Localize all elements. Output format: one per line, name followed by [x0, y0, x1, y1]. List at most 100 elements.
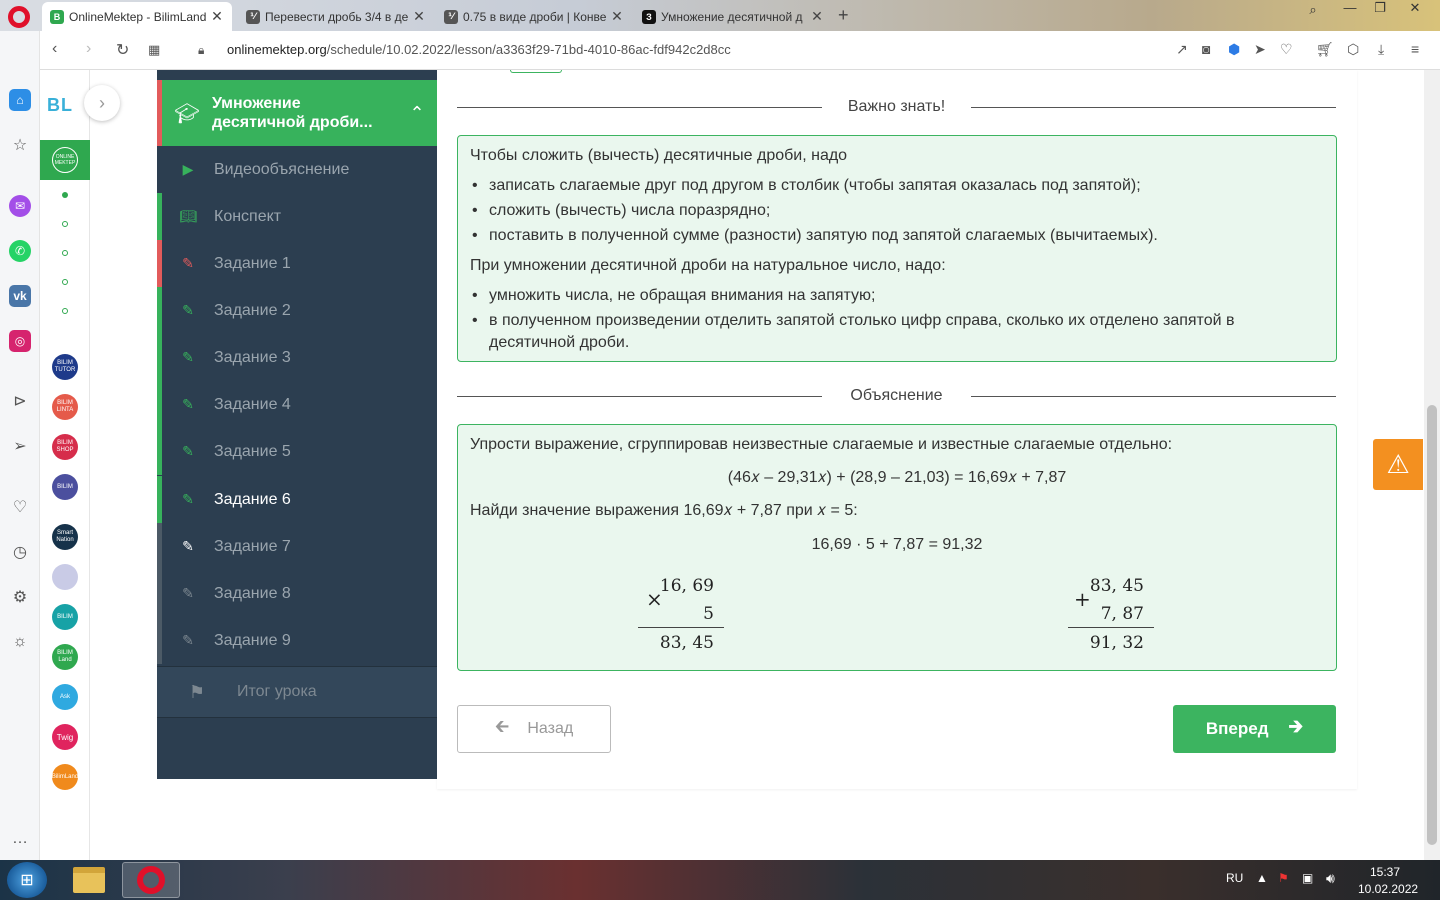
camera-icon[interactable]: ◙: [1202, 41, 1210, 57]
nav-dot[interactable]: [62, 221, 68, 227]
menu-item-label: Задание 8: [214, 584, 291, 602]
forward-arrow-icon[interactable]: ›: [86, 40, 91, 58]
lesson-header[interactable]: 🎓︎ Умножение десятичной дроби... ⌃: [157, 80, 437, 146]
menu-item-task-2[interactable]: ✎ Задание 2: [157, 287, 437, 334]
close-icon[interactable]: ✕: [610, 8, 624, 25]
cube-icon[interactable]: ⬡: [1347, 41, 1359, 58]
heart-icon[interactable]: ♡: [9, 496, 31, 518]
app-bilimland-orange[interactable]: BilimLand: [52, 764, 78, 790]
app-docs[interactable]: [52, 564, 78, 590]
heart-icon[interactable]: ♡: [1280, 41, 1293, 58]
new-tab-icon[interactable]: +: [838, 5, 849, 26]
menu-item-video[interactable]: ▶ Видеообъяснение: [157, 146, 437, 193]
calc-favicon-icon: ⅟: [444, 9, 458, 24]
menu-item-task-6[interactable]: ✎ Задание 6: [157, 476, 437, 523]
menu-item-label: Задание 2: [214, 301, 291, 319]
reload-icon[interactable]: ↻: [116, 40, 129, 60]
minimize-icon[interactable]: —: [1335, 0, 1365, 20]
expand-chevron-icon[interactable]: ›: [84, 85, 120, 121]
messenger-icon[interactable]: ✉: [9, 195, 31, 217]
addend-2: 7, 87: [1100, 604, 1144, 624]
url-field[interactable]: onlinemektep.org/schedule/10.02.2022/les…: [227, 42, 731, 57]
volume-icon[interactable]: 🔊︎: [1326, 870, 1335, 887]
close-icon[interactable]: ✕: [810, 8, 824, 25]
network-icon[interactable]: ▣: [1302, 871, 1313, 885]
menu-item-notes[interactable]: 📖︎ Конспект: [157, 193, 437, 240]
language-indicator[interactable]: RU: [1226, 871, 1243, 885]
tabs-grid-icon[interactable]: ▦: [148, 42, 160, 58]
tab-title: 0.75 в виде дроби | Конве: [463, 9, 607, 24]
cart-icon[interactable]: 🛒︎: [1316, 41, 1334, 58]
clock-date[interactable]: 10.02.2022: [1358, 882, 1418, 896]
menu-item-task-5[interactable]: ✎ Задание 5: [157, 428, 437, 475]
browser-tab-3[interactable]: ⅟ 0.75 в виде дроби | Конве ✕: [436, 2, 632, 31]
star-icon[interactable]: ☆: [9, 134, 31, 156]
vk-icon[interactable]: vk: [9, 285, 31, 307]
settings-gear-icon[interactable]: ⚙: [9, 586, 31, 608]
home-icon[interactable]: ⌂: [9, 89, 31, 111]
history-icon[interactable]: ◷: [9, 541, 31, 563]
browser-tab-4[interactable]: З Умножение десятичной д ✕: [634, 2, 832, 31]
bilimland-logo[interactable]: BL: [47, 95, 73, 116]
url-path: /schedule/10.02.2022/lesson/a3363f29-71b…: [326, 42, 731, 57]
back-button[interactable]: 🡰 Назад: [457, 705, 611, 753]
restore-icon[interactable]: ❐: [1365, 0, 1395, 20]
app-ask[interactable]: Ask: [52, 684, 78, 710]
windows-taskbar: ⊞ RU ▲ ⚑ ▣ 🔊︎ 15:37 10.02.2022: [0, 860, 1440, 900]
browser-tab-1[interactable]: B OnlineMektep - BilimLand ✕: [42, 2, 232, 31]
menu-item-task-3[interactable]: ✎ Задание 3: [157, 334, 437, 381]
clock-time[interactable]: 15:37: [1370, 865, 1400, 879]
menu-item-task-1[interactable]: ✎ Задание 1: [157, 240, 437, 287]
nav-dot[interactable]: [62, 279, 68, 285]
menu-item-task-8[interactable]: ✎ Задание 8: [157, 570, 437, 617]
app-smart-nation[interactable]: Smart Nation: [52, 524, 78, 550]
app-bilim-2[interactable]: BILIM: [52, 604, 78, 630]
close-icon[interactable]: ✕: [210, 8, 224, 25]
player-icon[interactable]: ⊳: [9, 390, 31, 412]
instagram-icon[interactable]: ◎: [9, 330, 31, 352]
onlinemektep-app[interactable]: ONLINE MEKTEP: [40, 140, 90, 180]
search-tabs-icon[interactable]: ⌕: [1298, 2, 1328, 22]
browser-tab-2[interactable]: ⅟ Перевести дробь 3/4 в де ✕: [238, 2, 434, 31]
nav-dot[interactable]: [62, 192, 68, 198]
send-icon[interactable]: ➢: [9, 435, 31, 457]
menu-item-summary[interactable]: ⚑ Итог урока: [157, 666, 437, 718]
file-explorer-icon[interactable]: [60, 862, 118, 898]
app-bilim-shop[interactable]: BILIM SHOP: [52, 434, 78, 460]
back-arrow-icon[interactable]: ‹: [52, 40, 57, 58]
close-icon[interactable]: ✕: [412, 8, 426, 25]
whatsapp-icon[interactable]: ✆: [9, 240, 31, 262]
window-close-icon[interactable]: ✕: [1400, 0, 1430, 20]
shield-icon[interactable]: ⬢: [1228, 41, 1240, 58]
lock-icon[interactable]: 🔒︎: [198, 43, 204, 58]
opera-taskbar-icon[interactable]: [122, 862, 180, 898]
edit-icon: ✎: [182, 585, 194, 601]
share-icon[interactable]: ↗: [1176, 41, 1188, 58]
opera-logo-icon[interactable]: [8, 6, 30, 28]
nav-dot[interactable]: [62, 250, 68, 256]
tray-expand-icon[interactable]: ▲: [1256, 871, 1268, 885]
report-warning-icon[interactable]: ⚠: [1373, 439, 1423, 490]
app-bilim-tutor[interactable]: BILIM TUTOR: [52, 354, 78, 380]
app-bilimland[interactable]: BILIM Land: [52, 644, 78, 670]
menu-icon[interactable]: ≡: [1411, 41, 1419, 57]
nav-dot[interactable]: [62, 308, 68, 314]
next-button[interactable]: Вперед 🡲: [1173, 705, 1336, 753]
edit-icon: ✎: [182, 538, 194, 554]
app-bilim[interactable]: BILIM: [52, 474, 78, 500]
more-dots-icon[interactable]: …: [9, 828, 31, 850]
scrollbar-thumb[interactable]: [1427, 405, 1437, 845]
download-icon[interactable]: ⤓: [1378, 41, 1384, 58]
app-twig[interactable]: Twig: [52, 724, 78, 750]
flag-tray-icon[interactable]: ⚑: [1278, 871, 1289, 885]
site-app-strip: BL › ONLINE MEKTEP BILIM TUTOR BILIM LIN…: [40, 70, 120, 860]
chevron-up-icon[interactable]: ⌃: [397, 103, 437, 124]
menu-item-task-9[interactable]: ✎ Задание 9: [157, 617, 437, 664]
menu-item-label: Задание 9: [214, 631, 291, 649]
menu-item-task-7[interactable]: ✎ Задание 7: [157, 523, 437, 570]
menu-item-task-4[interactable]: ✎ Задание 4: [157, 381, 437, 428]
send-icon[interactable]: ➤: [1254, 41, 1266, 58]
windows-start-icon[interactable]: ⊞: [7, 862, 47, 898]
lightbulb-icon[interactable]: ☼: [9, 631, 31, 653]
app-bilim-linta[interactable]: BILIM LINTA: [52, 394, 78, 420]
